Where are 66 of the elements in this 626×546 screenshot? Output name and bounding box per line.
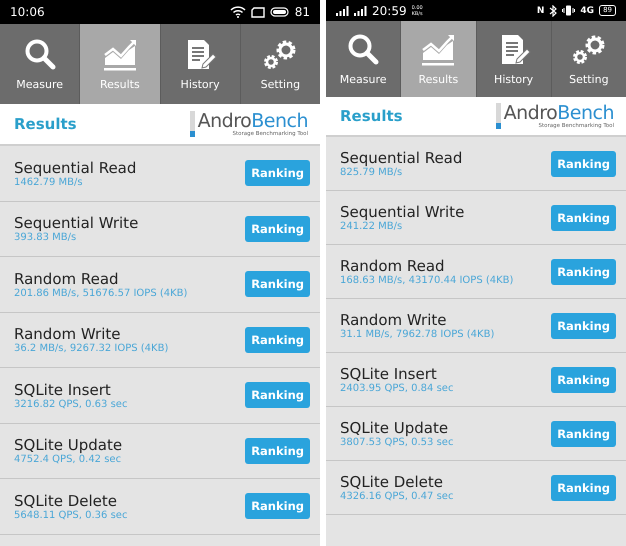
test-result: 2403.95 QPS, 0.84 sec: [340, 383, 454, 394]
page-title: Results: [340, 107, 403, 125]
test-name: Random Read: [14, 270, 120, 288]
app-logo: AndroBench: [504, 103, 614, 123]
bluetooth-icon: [549, 4, 558, 16]
battery-level: 81: [294, 5, 310, 19]
status-label: 4G: [580, 6, 594, 16]
test-name: SQLite Update: [340, 419, 450, 437]
status-time: 20:59: [372, 4, 407, 18]
test-name: Random Write: [14, 325, 122, 344]
test-name: Sequential Write: [340, 203, 464, 221]
test-result: 31.1 MB/s, 7962.78 IOPS (4KB): [340, 329, 494, 340]
test-name: Sequential Read: [340, 149, 462, 167]
chart-icon: [421, 32, 456, 66]
status-label: N: [536, 6, 544, 16]
test-result: 4752.4 QPS, 0.42 sec: [14, 454, 122, 466]
test-result: 36.2 MB/s, 9267.32 IOPS (4KB): [14, 343, 168, 354]
test-result: 3216.82 QPS, 0.63 sec: [14, 398, 128, 410]
nav-tab[interactable]: Results: [79, 24, 160, 104]
test-result: 168.63 MB/s, 43170.44 IOPS (4KB): [340, 275, 514, 286]
ranking-button[interactable]: Ranking: [551, 312, 616, 338]
nav-tab[interactable]: Results: [400, 21, 476, 97]
test-name: SQLite Insert: [340, 365, 438, 383]
ranking-button[interactable]: Ranking: [551, 258, 616, 284]
ranking-button[interactable]: Ranking: [245, 271, 310, 298]
ranking-button[interactable]: Ranking: [551, 366, 616, 392]
ranking-button[interactable]: Ranking: [245, 493, 310, 520]
test-name: Random Read: [340, 257, 446, 275]
chart-icon: [102, 38, 137, 72]
test-name: SQLite Delete: [14, 492, 118, 510]
ranking-button[interactable]: Ranking: [245, 326, 310, 353]
ranking-button[interactable]: Ranking: [245, 216, 310, 242]
test-name: SQLite Update: [14, 436, 122, 454]
wifi-icon: [230, 6, 246, 18]
test-name: SQLite Insert: [14, 380, 112, 399]
test-result: 5648.11 QPS, 0.36 sec: [14, 510, 128, 521]
level-bar-icon: [190, 111, 195, 137]
page-title: Results: [14, 115, 77, 133]
level-bar-icon: [496, 103, 501, 129]
ranking-button[interactable]: Ranking: [551, 420, 616, 446]
status-time: 10:06: [10, 5, 45, 19]
test-result: 4326.16 QPS, 0.47 sec: [340, 491, 454, 502]
ranking-button[interactable]: Ranking: [551, 474, 616, 500]
signal-icon: [354, 6, 367, 16]
battery-icon: [270, 7, 290, 17]
test-name: SQLite Delete: [340, 473, 444, 491]
test-result: 1462.79 MB/s: [14, 176, 83, 188]
test-result: 3807.53 QPS, 0.53 sec: [340, 437, 454, 448]
ranking-button[interactable]: Ranking: [551, 150, 616, 176]
vibrate-icon: [562, 5, 576, 16]
test-result: 201.86 MB/s, 51676.57 IOPS (4KB): [14, 288, 188, 299]
screen-icon: [250, 6, 265, 18]
test-name: Sequential Read: [14, 158, 136, 177]
test-result: 241.22 MB/s: [340, 221, 404, 232]
test-name: Random Write: [340, 311, 448, 329]
ranking-button[interactable]: Ranking: [245, 438, 310, 464]
search-icon: [22, 38, 57, 72]
ranking-button[interactable]: Ranking: [245, 160, 310, 186]
ranking-button[interactable]: Ranking: [551, 204, 616, 230]
app-logo: AndroBench: [198, 111, 308, 131]
ranking-button[interactable]: Ranking: [245, 382, 310, 408]
signal-icon: [336, 6, 349, 16]
search-icon: [346, 32, 380, 66]
test-result: 393.83 MB/s: [14, 232, 78, 244]
test-name: Sequential Write: [14, 214, 138, 232]
test-result: 825.79 MB/s: [340, 167, 404, 178]
